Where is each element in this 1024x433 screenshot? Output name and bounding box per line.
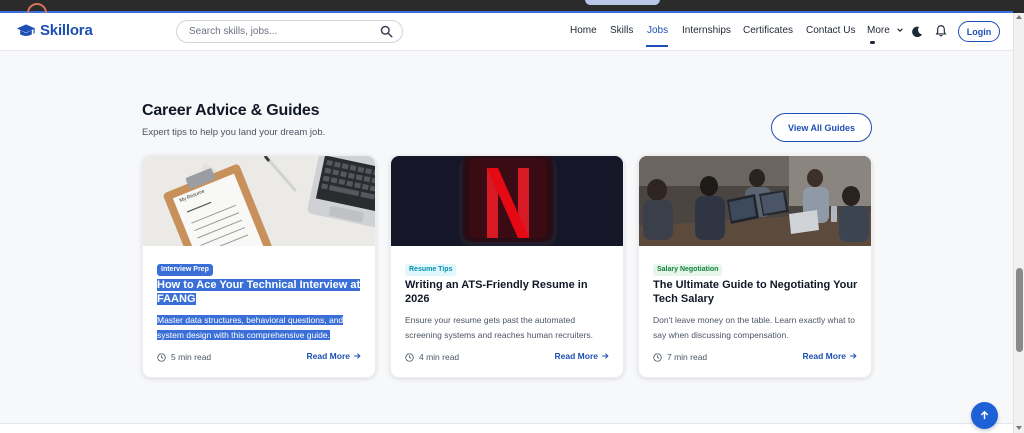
footer-strip [0, 424, 1013, 433]
nav-internships[interactable]: Internships [682, 25, 731, 36]
card-image-resume: My Resume [143, 156, 375, 246]
card-read-time: 5 min read [157, 352, 211, 362]
read-more-link[interactable]: Read More [307, 351, 361, 361]
nav-contact-us[interactable]: Contact Us [806, 25, 855, 36]
graduation-cap-icon [16, 23, 36, 36]
scroll-down-arrow[interactable] [1016, 426, 1022, 430]
card-read-time: 4 min read [405, 352, 459, 362]
clock-icon [405, 352, 414, 362]
section-subtitle: Expert tips to help you land your dream … [142, 127, 326, 138]
read-more-label: Read More [554, 351, 598, 361]
arrow-right-icon [354, 353, 361, 359]
scroll-up-arrow[interactable] [1016, 15, 1022, 19]
card-image-people-laptops [639, 156, 871, 246]
nav-certificates[interactable]: Certificates [743, 25, 793, 36]
search-input[interactable] [189, 24, 379, 39]
nav-active-underline [646, 45, 668, 47]
arrow-right-icon [602, 353, 609, 359]
arrow-up-icon [980, 410, 989, 420]
card-title[interactable]: Writing an ATS-Friendly Resume in 2026 [405, 279, 611, 306]
bell-icon[interactable] [934, 24, 948, 38]
read-time-text: 5 min read [171, 352, 212, 362]
navbar: Skillora Home Skills Jobs Internships Ce… [0, 13, 1013, 51]
guide-card-interview[interactable]: My Resume Interview Prep How to Ace Your… [142, 155, 376, 378]
section-title: Career Advice & Guides [142, 102, 320, 119]
nav-more[interactable]: More [867, 25, 904, 36]
search-icon[interactable] [380, 25, 393, 38]
clock-icon [157, 352, 166, 362]
brand-name: Skillora [40, 22, 93, 39]
nav-skills[interactable]: Skills [610, 25, 633, 36]
card-title[interactable]: How to Ace Your Technical Interview at F… [157, 279, 363, 306]
browser-top-strip [0, 0, 1024, 13]
chevron-down-icon [896, 28, 903, 33]
nav-jobs[interactable]: Jobs [647, 25, 668, 36]
read-more-label: Read More [306, 351, 350, 361]
read-more-label: Read More [802, 351, 846, 361]
card-title[interactable]: The Ultimate Guide to Negotiating Your T… [653, 279, 859, 306]
read-more-link[interactable]: Read More [803, 351, 857, 361]
scroll-to-top-button[interactable] [971, 402, 998, 429]
scrollbar-thumb[interactable] [1016, 268, 1023, 352]
guide-card-salary[interactable]: Salary Negotiation The Ultimate Guide to… [638, 155, 872, 378]
card-description: Master data structures, behavioral quest… [157, 313, 363, 342]
card-description-text: Master data structures, behavioral quest… [157, 315, 344, 340]
card-description: Ensure your resume gets past the automat… [405, 315, 594, 340]
guide-card-resume[interactable]: Resume Tips Writing an ATS-Friendly Resu… [390, 155, 624, 378]
nav-more-label: More [867, 25, 890, 36]
clock-icon [653, 352, 662, 362]
card-read-time: 7 min read [653, 352, 707, 362]
nav-home[interactable]: Home [570, 25, 597, 36]
brand-logo[interactable]: Skillora [16, 22, 93, 39]
read-more-link[interactable]: Read More [555, 351, 609, 361]
card-badge: Salary Negotiation [653, 264, 723, 276]
login-button[interactable]: Login [958, 21, 1000, 42]
arrow-right-icon [850, 353, 857, 359]
card-badge: Interview Prep [157, 264, 213, 276]
read-time-text: 4 min read [419, 352, 460, 362]
browser-tab-pill [585, 0, 660, 5]
read-time-text: 7 min read [667, 352, 708, 362]
card-image-netflix [391, 156, 623, 246]
view-all-guides-button[interactable]: View All Guides [771, 113, 872, 142]
card-description: Don't leave money on the table. Learn ex… [653, 315, 855, 340]
card-title-text: How to Ace Your Technical Interview at F… [157, 279, 361, 305]
card-badge: Resume Tips [405, 264, 457, 276]
search-box [176, 20, 403, 43]
page-scrollbar[interactable] [1013, 13, 1024, 433]
moon-icon[interactable] [910, 25, 924, 39]
more-indicator [870, 41, 875, 44]
